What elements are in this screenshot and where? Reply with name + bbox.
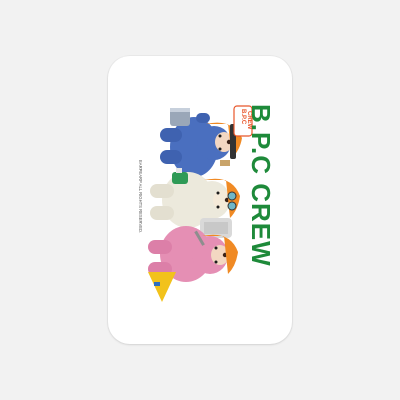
product-photo: B.P.C CREW B.P.C CREW EARPEARP ALL RIGHT…: [0, 0, 400, 400]
badge-line1: B.P.C: [240, 109, 246, 125]
blue-bear-figure: [160, 108, 242, 177]
pink-bear-figure: [148, 226, 238, 302]
brand-title: B.P.C CREW: [246, 104, 276, 267]
cream-bear-figure: [150, 168, 240, 238]
bear-crew-illustration: B.P.C CREW B.P.C CREW EARPEARP ALL RIGHT…: [138, 104, 276, 302]
copyright-text: EARPEARP ALL RIGHTS RESERVED.: [138, 160, 143, 233]
